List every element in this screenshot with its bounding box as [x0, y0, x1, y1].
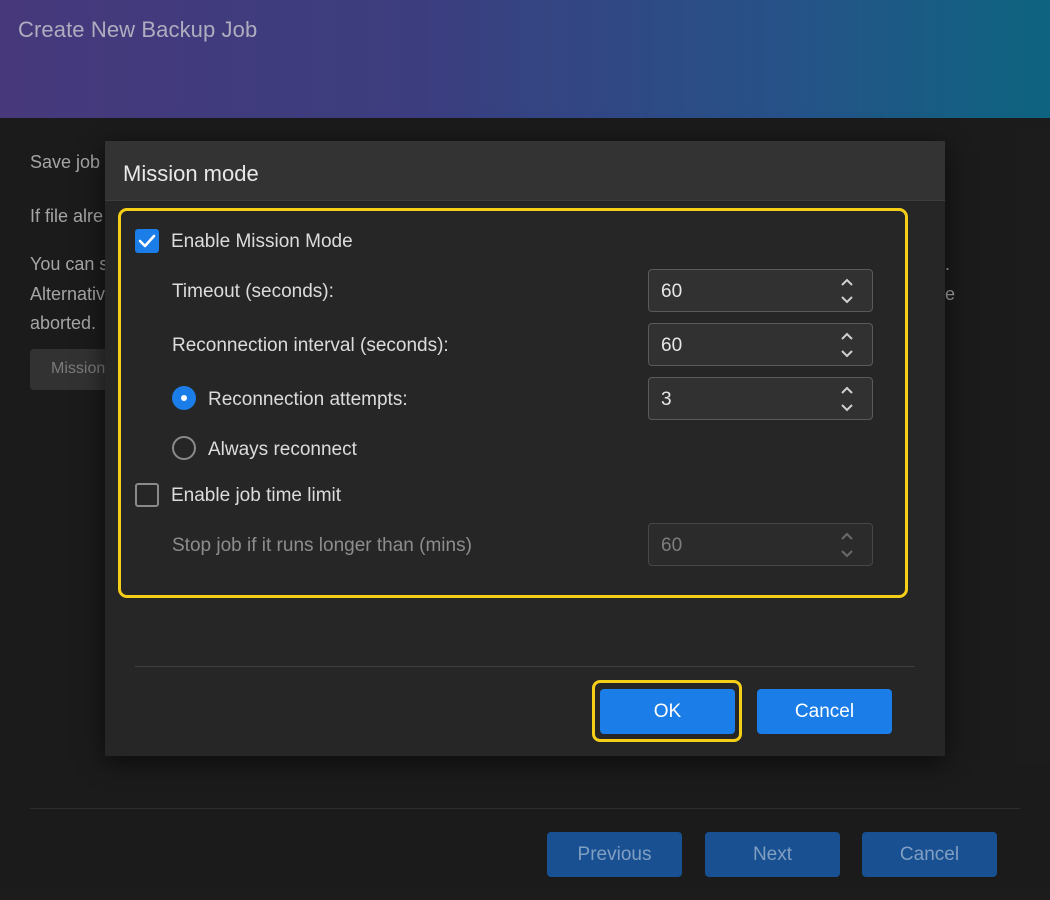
mission-mode-dialog: Mission mode Enable Mission Mode Timeout… — [105, 141, 945, 756]
dialog-cancel-button[interactable]: Cancel — [757, 689, 892, 734]
reconnection-attempts-label: Reconnection attempts: — [208, 389, 408, 410]
reconnection-attempts-spinbox[interactable]: 3 — [648, 377, 873, 420]
timeout-value: 60 — [661, 281, 683, 302]
checkmark-icon — [138, 234, 156, 248]
enable-mission-mode-checkbox[interactable] — [135, 229, 159, 253]
timeout-label: Timeout (seconds): — [172, 281, 334, 302]
stop-job-value: 60 — [661, 535, 683, 556]
chevron-down-icon[interactable] — [839, 402, 855, 414]
chevron-up-icon[interactable] — [839, 276, 855, 288]
reconnection-attempts-radio[interactable] — [172, 386, 196, 410]
reconnection-interval-value: 60 — [661, 335, 683, 356]
stop-job-spinbox[interactable]: 60 — [648, 523, 873, 566]
enable-job-time-limit-label: Enable job time limit — [171, 485, 342, 506]
stop-job-label: Stop job if it runs longer than (mins) — [172, 535, 472, 556]
chevron-down-icon[interactable] — [839, 348, 855, 360]
enable-mission-mode-label: Enable Mission Mode — [171, 231, 353, 252]
ok-button[interactable]: OK — [600, 689, 735, 734]
always-reconnect-label: Always reconnect — [208, 439, 357, 460]
enable-job-time-limit-checkbox[interactable] — [135, 483, 159, 507]
chevron-up-icon[interactable] — [839, 530, 855, 542]
reconnection-attempts-value: 3 — [661, 389, 672, 410]
chevron-down-icon[interactable] — [839, 294, 855, 306]
reconnection-interval-label: Reconnection interval (seconds): — [172, 335, 449, 356]
dialog-title: Mission mode — [123, 161, 259, 186]
reconnection-interval-spinbox[interactable]: 60 — [648, 323, 873, 366]
dialog-titlebar: Mission mode — [105, 141, 945, 201]
timeout-spinbox[interactable]: 60 — [648, 269, 873, 312]
chevron-down-icon[interactable] — [839, 548, 855, 560]
always-reconnect-radio[interactable] — [172, 436, 196, 460]
dialog-divider — [135, 666, 915, 667]
chevron-up-icon[interactable] — [839, 330, 855, 342]
chevron-up-icon[interactable] — [839, 384, 855, 396]
